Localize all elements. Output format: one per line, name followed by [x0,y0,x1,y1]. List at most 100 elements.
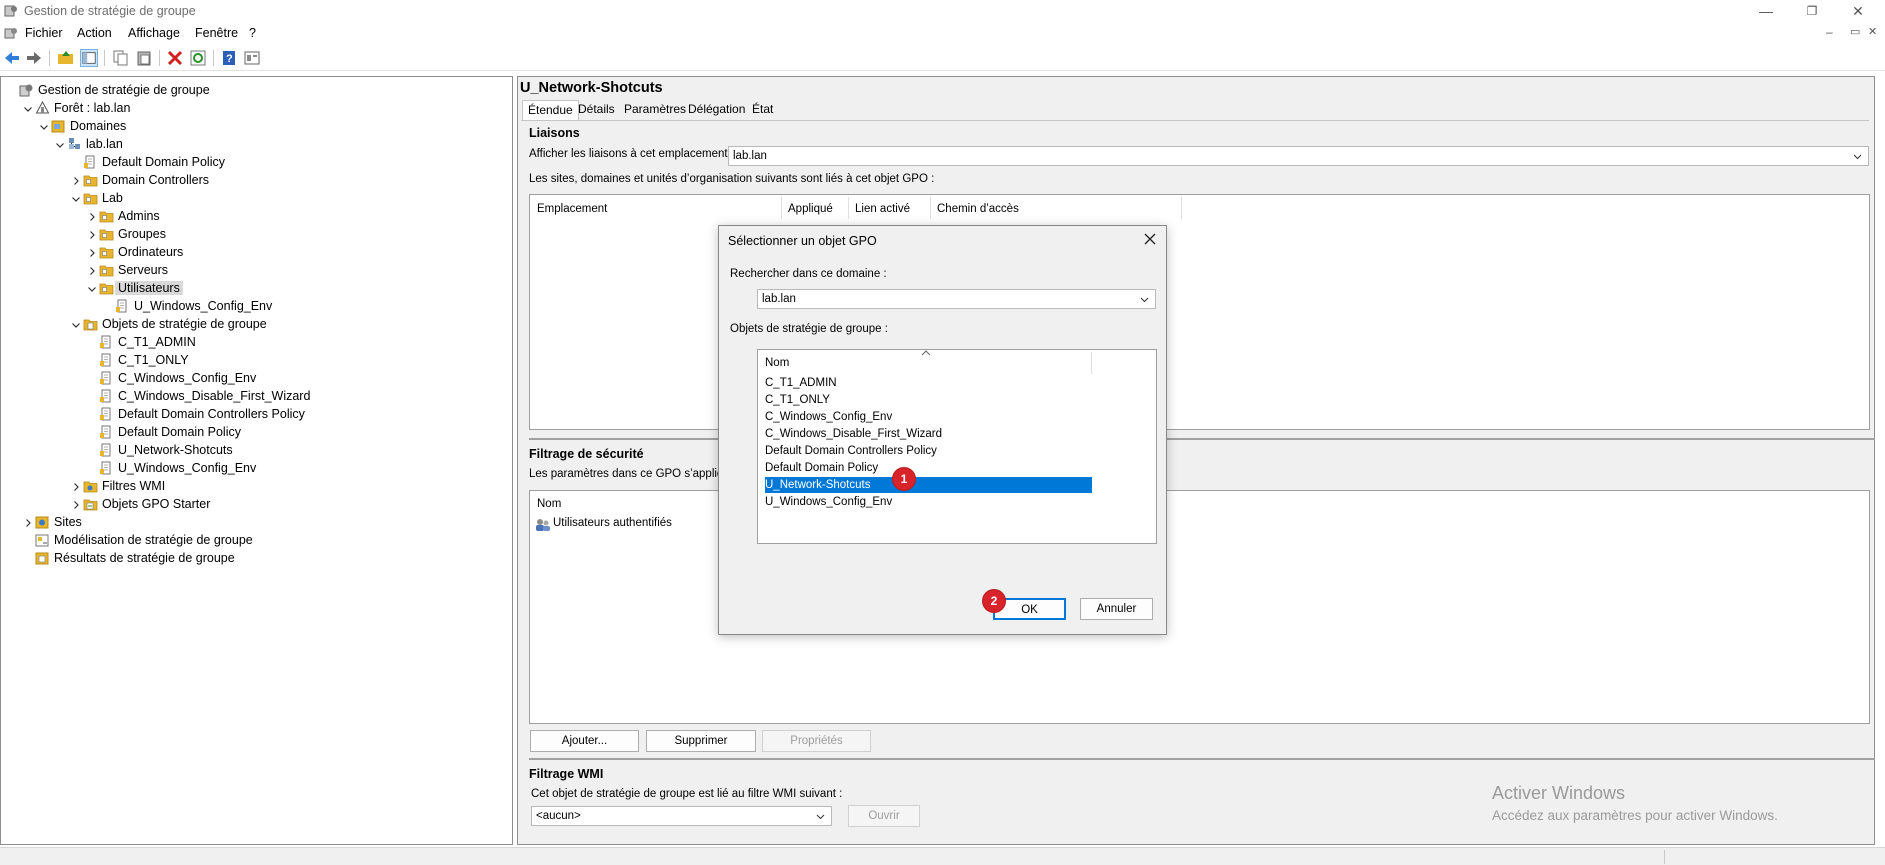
cancel-button[interactable]: Annuler [1080,598,1153,620]
chevron-right-icon[interactable] [71,499,81,509]
gpo-list-item[interactable]: Default Domain Controllers Policy [765,443,1092,459]
add-button[interactable]: Ajouter... [530,730,639,752]
refresh-icon[interactable] [189,49,207,67]
tree-node[interactable]: Groupes [1,225,511,243]
tree-node[interactable]: Sites [1,513,511,531]
gpo-list-item[interactable]: Default Domain Policy [765,460,1092,476]
tab-etendue[interactable]: Étendue [522,100,579,120]
col-divider [848,197,849,219]
sites-icon [35,515,50,529]
menu-action[interactable]: Action [77,26,112,40]
tree-node[interactable]: C_Windows_Disable_First_Wizard [1,387,511,405]
menu-fichier[interactable]: Fichier [25,26,63,40]
chevron-right-icon[interactable] [87,265,97,275]
col-nom[interactable]: Nom [537,498,561,510]
tree-node[interactable]: Lab [1,189,511,207]
tree-node[interactable]: Default Domain Policy [1,423,511,441]
gpo-list-item[interactable]: C_Windows_Config_Env [765,409,1092,425]
tab-parametres[interactable]: Paramètres [619,100,691,120]
copy-icon[interactable] [112,49,130,67]
tree-node[interactable]: C_T1_ADMIN [1,333,511,351]
remove-button[interactable]: Supprimer [646,730,756,752]
tree-node[interactable]: lab.lan [1,135,511,153]
gpo-list-item[interactable]: C_Windows_Disable_First_Wizard [765,426,1092,442]
chevron-right-icon[interactable] [87,247,97,257]
tree-node[interactable]: U_Windows_Config_Env [1,459,511,477]
gpo-list[interactable]: Nom C_T1_ADMIN C_T1_ONLY C_Windows_Config_… [757,349,1157,544]
chevron-right-icon[interactable] [87,211,97,221]
col-emplacement[interactable]: Emplacement [537,203,607,215]
tree-node[interactable]: Serveurs [1,261,511,279]
minimize-button[interactable]: — [1743,0,1789,23]
chevron-down-icon[interactable] [23,103,33,113]
chevron-down-icon[interactable] [71,193,81,203]
tree-node[interactable]: Ordinateurs [1,243,511,261]
tab-details[interactable]: Détails [573,100,620,120]
chevron-right-icon[interactable] [71,175,81,185]
chevron-down-icon[interactable] [71,319,81,329]
tree-node[interactable]: Admins [1,207,511,225]
chevron-down-icon[interactable] [39,121,49,131]
col-applique[interactable]: Appliqué [788,203,833,215]
inner-close-button[interactable]: ✕ [1868,25,1877,38]
tree-node[interactable]: U_Network-Shotcuts [1,441,511,459]
tree-node[interactable]: Default Domain Policy [1,153,511,171]
tree-node[interactable]: Modélisation de stratégie de groupe [1,531,511,549]
col-lien-active[interactable]: Lien activé [855,203,910,215]
menu-help[interactable]: ? [249,26,256,40]
gpo-list-item[interactable]: U_Windows_Config_Env [765,494,1092,510]
tree-node[interactable]: Objets de stratégie de groupe [1,315,511,333]
ou-folder-icon [83,191,98,205]
delete-icon[interactable] [166,49,184,67]
gpo-list-item[interactable]: C_T1_ONLY [765,392,1092,408]
tree-node-label: U_Windows_Config_Env [118,461,257,475]
gpo-list-item[interactable]: C_T1_ADMIN [765,375,1092,391]
tree-node[interactable]: Domaines [1,117,511,135]
inner-minimize-button[interactable]: – [1826,25,1833,39]
up-folder-icon[interactable] [57,49,75,67]
chevron-right-icon[interactable] [71,481,81,491]
ou-folder-icon [83,173,98,187]
tab-etat[interactable]: État [747,100,778,120]
tree-node[interactable]: Objets GPO Starter [1,495,511,513]
menu-fenetre[interactable]: Fenêtre [195,26,238,40]
tree-node[interactable]: Filtres WMI [1,477,511,495]
tree-node[interactable]: Domain Controllers [1,171,511,189]
forward-icon[interactable] [25,49,43,67]
chevron-down-icon[interactable] [55,139,65,149]
chevron-down-icon [816,814,825,820]
tree-node[interactable]: Utilisateurs [1,279,511,297]
tree-node[interactable]: U_Windows_Config_Env [1,297,511,315]
search-domain-combo[interactable]: lab.lan [757,289,1156,309]
tree-node[interactable]: C_Windows_Config_Env [1,369,511,387]
tree-node-label: Forêt : lab.lan [54,101,131,115]
chevron-right-icon[interactable] [23,517,33,527]
restore-button[interactable]: ❐ [1789,0,1835,23]
chevron-right-icon[interactable] [87,229,97,239]
inner-restore-button[interactable]: ▭ [1850,25,1860,38]
tree-node[interactable]: Forêt : lab.lan [1,99,511,117]
tree-node-label: Groupes [118,227,166,241]
paste-icon[interactable] [135,49,153,67]
properties-icon[interactable] [243,49,261,67]
close-button[interactable]: ✕ [1835,0,1881,23]
gpo-list-item[interactable]: U_Network-Shotcuts [765,477,1092,493]
console-tree-icon[interactable] [80,49,98,67]
chevron-down-icon[interactable] [87,283,97,293]
properties-button[interactable]: Propriétés [762,730,871,752]
col-chemin[interactable]: Chemin d’accès [937,203,1019,215]
tree-node[interactable]: C_T1_ONLY [1,351,511,369]
tree-node[interactable]: Gestion de stratégie de groupe [1,81,511,99]
menu-affichage[interactable]: Affichage [128,26,180,40]
gpo-link-icon [83,155,98,169]
help-icon[interactable]: ? [220,49,238,67]
tab-delegation[interactable]: Délégation [683,100,750,120]
show-links-combo[interactable]: lab.lan [728,146,1869,166]
wmi-filter-combo[interactable]: <aucun> [531,806,832,826]
close-icon[interactable] [1143,232,1157,246]
back-icon[interactable] [3,49,21,67]
open-button[interactable]: Ouvrir [848,805,920,827]
tree-node[interactable]: Default Domain Controllers Policy [1,405,511,423]
tree-node[interactable]: Résultats de stratégie de groupe [1,549,511,567]
col-nom[interactable]: Nom [765,357,789,369]
